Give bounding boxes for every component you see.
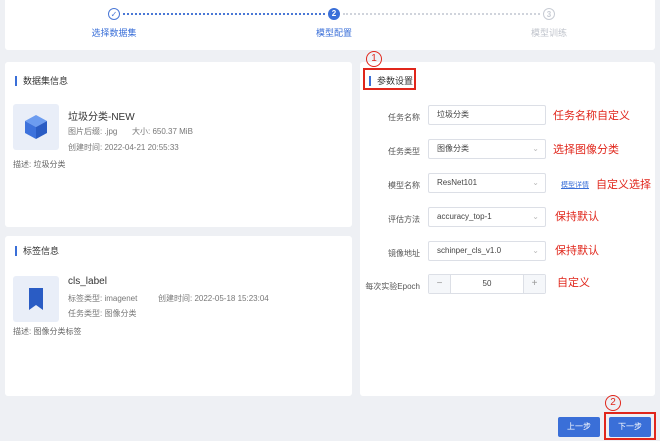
label-panel-title: 标签信息 [15, 246, 59, 256]
dataset-size: 大小: 650.37 MiB [132, 127, 193, 136]
step-3-label: 模型训练 [530, 28, 568, 38]
epoch-value[interactable]: 50 [483, 279, 492, 288]
annotation-image: 保持默认 [555, 245, 599, 257]
model-name-label: 模型名称 [388, 181, 420, 190]
next-step-button[interactable]: 下一步 [609, 417, 651, 437]
image-value: schinper_cls_v1.0 [437, 246, 502, 255]
chevron-down-icon: ⌄ [532, 212, 539, 221]
chevron-down-icon: ⌄ [532, 144, 539, 153]
bookmark-icon [13, 276, 59, 322]
task-type-label: 任务类型 [388, 147, 420, 156]
label-created-time: 创建时间: 2022-05-18 15:23:04 [158, 294, 269, 303]
dataset-image-format: 图片后缀: .jpg [68, 127, 118, 136]
chevron-down-icon: ⌄ [532, 178, 539, 187]
model-detail-link[interactable]: 模型详情 [561, 180, 589, 190]
model-name-value: ResNet101 [437, 178, 478, 187]
dataset-info-panel: 数据集信息 垃圾分类-NEW 图片后缀: .jpg 大小: 650.37 MiB… [5, 62, 352, 227]
step-progress-bar: ✓ 2 3 选择数据集 模型配置 模型训练 [5, 0, 655, 50]
dataset-created-time: 创建时间: 2022-04-21 20:55:33 [68, 143, 179, 152]
step-connector [343, 13, 540, 15]
dataset-panel-title: 数据集信息 [15, 76, 68, 86]
metric-value: accuracy_top-1 [437, 212, 492, 221]
label-task-type: 任务类型: 图像分类 [68, 309, 137, 318]
image-label: 镜像地址 [388, 249, 420, 258]
task-name-label: 任务名称 [388, 113, 420, 122]
dataset-cube-icon [13, 104, 59, 150]
image-select[interactable]: schinper_cls_v1.0 ⌄ [428, 241, 546, 261]
label-name: cls_label [68, 276, 107, 287]
label-info-panel: 标签信息 cls_label 标签类型: imagenet 创建时间: 2022… [5, 236, 352, 396]
annotation-model: 自定义选择 [596, 179, 651, 191]
step-2-indicator: 2 [328, 8, 340, 20]
epoch-decrement-button[interactable]: − [429, 275, 451, 293]
step-1-label[interactable]: 选择数据集 [91, 26, 136, 39]
annotation-epoch: 自定义 [557, 277, 590, 289]
metric-select[interactable]: accuracy_top-1 ⌄ [428, 207, 546, 227]
annotation-task-name: 任务名称自定义 [553, 110, 630, 122]
annotation-box-params-title [363, 68, 416, 90]
epoch-increment-button[interactable]: + [523, 275, 545, 293]
annotation-circle-1: 1 [366, 51, 382, 67]
epoch-label: 每次实验Epoch [365, 282, 420, 291]
annotation-metric: 保持默认 [555, 211, 599, 223]
prev-step-button[interactable]: 上一步 [558, 417, 600, 437]
epoch-stepper: − 50 + [428, 274, 546, 294]
step-2-label: 模型配置 [315, 28, 353, 38]
metric-label: 评估方法 [388, 215, 420, 224]
task-type-select[interactable]: 图像分类 ⌄ [428, 139, 546, 159]
dataset-name: 垃圾分类-NEW [68, 112, 135, 123]
label-description: 描述: 图像分类标签 [13, 327, 82, 336]
step-3-indicator: 3 [543, 8, 555, 20]
dataset-description: 描述: 垃圾分类 [13, 160, 66, 169]
task-type-value: 图像分类 [437, 144, 469, 153]
annotation-task-type: 选择图像分类 [553, 144, 619, 156]
step-connector [123, 13, 325, 15]
chevron-down-icon: ⌄ [532, 246, 539, 255]
task-name-input[interactable]: 垃圾分类 [428, 105, 546, 125]
label-type: 标签类型: imagenet [68, 294, 138, 303]
step-1-check-icon: ✓ [108, 8, 120, 20]
annotation-circle-2: 2 [605, 395, 621, 411]
model-name-select[interactable]: ResNet101 ⌄ [428, 173, 546, 193]
